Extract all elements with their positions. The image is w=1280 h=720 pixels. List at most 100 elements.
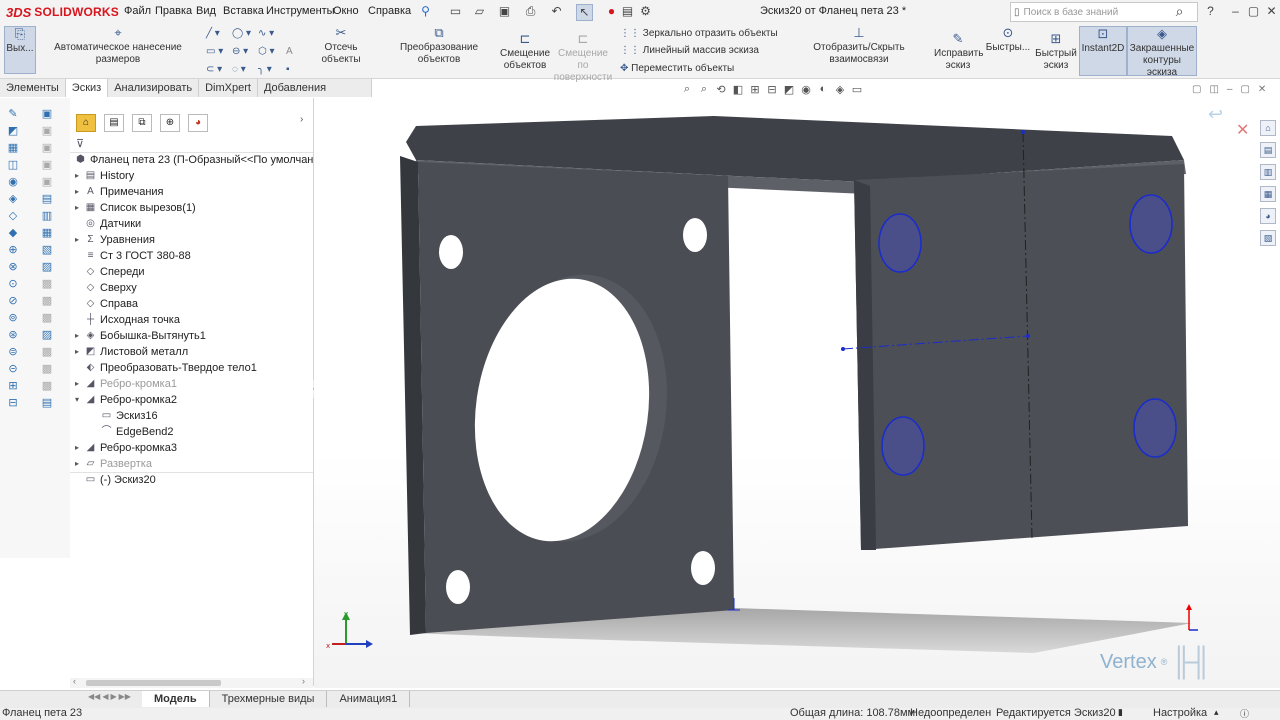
file-properties-icon[interactable]: ▤ <box>620 4 635 19</box>
linear-pattern-button[interactable]: ⋮⋮ Линейный массив эскиза <box>620 45 759 56</box>
trim-button[interactable]: ✂ Отсечь объекты <box>305 26 377 72</box>
expand-arrow-icon[interactable]: ▾ <box>72 392 82 408</box>
resources-icon[interactable]: ▤ <box>1260 142 1276 158</box>
tree-item[interactable]: ▸ ◈ Бобышка-Вытянуть1 <box>72 328 206 344</box>
expand-arrow-icon[interactable]: ▸ <box>72 344 82 360</box>
section-view-icon[interactable]: ▣ <box>40 125 54 137</box>
perspective-icon[interactable]: ▩ <box>40 312 54 324</box>
pan-icon[interactable]: ▤ <box>40 193 54 205</box>
home-icon[interactable]: ⌂ <box>1260 120 1276 136</box>
expand-arrow-icon[interactable]: ▸ <box>72 440 82 456</box>
tree-item[interactable]: ▸ ▱ Развертка <box>72 456 152 472</box>
help-icon[interactable]: ? <box>1203 4 1218 19</box>
arc-icon[interactable]: ⊂ ▾ <box>206 64 222 75</box>
sheet-metal-tool-icon[interactable]: ▤ <box>40 397 54 409</box>
polygon-icon[interactable]: ⬡ ▾ <box>258 46 275 57</box>
save-icon[interactable]: ▣ <box>497 4 512 19</box>
point-icon[interactable]: ╮ ▾ <box>258 64 272 75</box>
design-library-icon[interactable]: ▥ <box>1260 164 1276 180</box>
menu-file[interactable]: Файл <box>124 5 151 17</box>
viewport-tile-icon[interactable]: ◫ <box>1209 84 1218 95</box>
offset-entities-button[interactable]: ⊏ Смещение объектов <box>500 32 550 72</box>
tree-item[interactable]: ▸ ▦ Список вырезов(1) <box>72 200 196 216</box>
rebuild-status-icon[interactable]: ▮ <box>1118 707 1123 718</box>
menu-tools[interactable]: Инструменты <box>266 5 335 17</box>
grid-icon[interactable]: ▩ <box>40 346 54 358</box>
file-explorer-icon[interactable]: ▦ <box>1260 186 1276 202</box>
dynamic-annotation-icon[interactable]: ⊞ <box>748 83 762 97</box>
move-entities-button[interactable]: ✥ Переместить объекты <box>620 63 734 74</box>
property-manager-tab-icon[interactable]: ▤ <box>104 114 124 132</box>
tree-item[interactable]: ▭ (-) Эскиз20 <box>72 472 156 488</box>
previous-view-icon[interactable]: ⟲ <box>714 83 728 97</box>
status-units[interactable]: Настройка <box>1153 707 1207 719</box>
shaded-contours-button[interactable]: ◈ Закрашенные контуры эскиза <box>1127 26 1197 78</box>
concentric-icon[interactable]: ⊛ <box>6 329 20 341</box>
tree-hscrollbar[interactable]: ‹ › <box>70 676 313 688</box>
viewport-close-icon[interactable]: ✕ <box>1258 84 1266 95</box>
tree-scroll-thumb[interactable] <box>86 680 221 686</box>
offset-on-surface-button[interactable]: ⊏ Смещение по поверхности <box>552 32 614 84</box>
last-tab-icon[interactable]: ▶▶ <box>119 692 131 701</box>
symmetric-icon[interactable]: ⊘ <box>6 295 20 307</box>
pierce-icon[interactable]: ⊞ <box>6 380 20 392</box>
plane-icon[interactable]: ▪ <box>286 64 290 75</box>
dimension-tool-icon[interactable]: ◩ <box>6 125 20 137</box>
apply-scene-icon[interactable]: ◈ <box>833 83 847 97</box>
mirror-entities-button[interactable]: ⋮⋮ Зеркально отразить объекты <box>620 28 778 39</box>
expand-panel-icon[interactable]: › <box>300 114 303 125</box>
tab-sketch[interactable]: Эскиз <box>65 79 109 97</box>
appearance-icon[interactable]: ▧ <box>40 244 54 256</box>
exit-sketch-button[interactable]: ⎘ Вых... <box>4 26 36 74</box>
rapid-sketch-button[interactable]: ⊞ Быстрый эскиз <box>1034 32 1078 72</box>
appearances-icon[interactable]: ▧ <box>1260 230 1276 246</box>
tree-item[interactable]: ▭ Эскиз16 <box>88 408 158 424</box>
ambient-icon[interactable]: ▩ <box>40 380 54 392</box>
zoom-area-icon[interactable]: ▣ <box>40 159 54 171</box>
rotate-icon[interactable]: ▣ <box>40 176 54 188</box>
expand-arrow-icon[interactable]: ▸ <box>72 184 82 200</box>
tree-item[interactable]: ▸ ◢ Ребро-кромка3 <box>72 440 177 456</box>
parallel-icon[interactable]: ⊗ <box>6 261 20 273</box>
rebuild-icon[interactable]: ● <box>604 4 619 19</box>
slot-icon[interactable]: ⊖ ▾ <box>232 46 248 57</box>
tab-dimxpert[interactable]: DimXpert <box>199 79 258 97</box>
viewport-minimize-icon[interactable]: – <box>1227 84 1233 95</box>
model-tab[interactable]: Модель <box>142 691 210 707</box>
intersection-icon[interactable]: ⊟ <box>6 397 20 409</box>
tab-features[interactable]: Элементы <box>0 79 66 97</box>
repair-sketch-button[interactable]: ✎ Исправить эскиз <box>934 32 983 72</box>
tree-item[interactable]: ▸ ▤ History <box>72 168 134 184</box>
collinear-icon[interactable]: ⊜ <box>6 346 20 358</box>
convert-entities-button[interactable]: ⧉ Преобразование объектов <box>380 26 498 72</box>
tree-item[interactable]: ┼ Исходная точка <box>72 312 180 328</box>
pin-icon[interactable]: ⚲ <box>418 4 433 19</box>
prev-tab-icon[interactable]: ◀ <box>102 692 108 701</box>
tree-item[interactable]: ⌒ EdgeBend2 <box>88 424 174 440</box>
perpendicular-icon[interactable]: ⊝ <box>6 363 20 375</box>
dimxpert-manager-tab-icon[interactable]: ⊕ <box>160 114 180 132</box>
sketch-display-icon[interactable]: ▨ <box>40 329 54 341</box>
search-input[interactable]: Поиск в базе знаний <box>1024 7 1197 18</box>
camera-icon[interactable]: ▩ <box>40 295 54 307</box>
shadow-icon[interactable]: ▩ <box>40 363 54 375</box>
expand-arrow-icon[interactable]: ▸ <box>72 200 82 216</box>
units-dropdown-icon[interactable]: ▴ <box>1214 707 1219 718</box>
display-style-icon[interactable]: ▥ <box>40 210 54 222</box>
menu-insert[interactable]: Вставка <box>223 5 264 17</box>
tree-item[interactable]: ◎ Датчики <box>72 216 141 232</box>
menu-edit[interactable]: Правка <box>155 5 192 17</box>
display-manager-tab-icon[interactable]: ◕ <box>188 114 208 132</box>
search-scope-icon[interactable]: ▯ <box>1014 7 1020 18</box>
tree-item[interactable]: ▸ Σ Уравнения <box>72 232 155 248</box>
knowledge-search[interactable]: ▯ Поиск в базе знаний <box>1010 2 1198 22</box>
open-icon[interactable]: ▱ <box>472 4 487 19</box>
expand-arrow-icon[interactable]: ▸ <box>72 376 82 392</box>
minimize-icon[interactable]: – <box>1228 4 1243 19</box>
circle-icon[interactable]: ◯ ▾ <box>232 28 251 39</box>
3d-views-tab[interactable]: Трехмерные виды <box>210 691 328 707</box>
filter-icon[interactable]: ⊽ <box>76 137 84 150</box>
horizontal-icon[interactable]: ◇ <box>6 210 20 222</box>
tree-item[interactable]: ▸ ◢ Ребро-кромка1 <box>72 376 177 392</box>
tangent-icon[interactable]: ⊕ <box>6 244 20 256</box>
